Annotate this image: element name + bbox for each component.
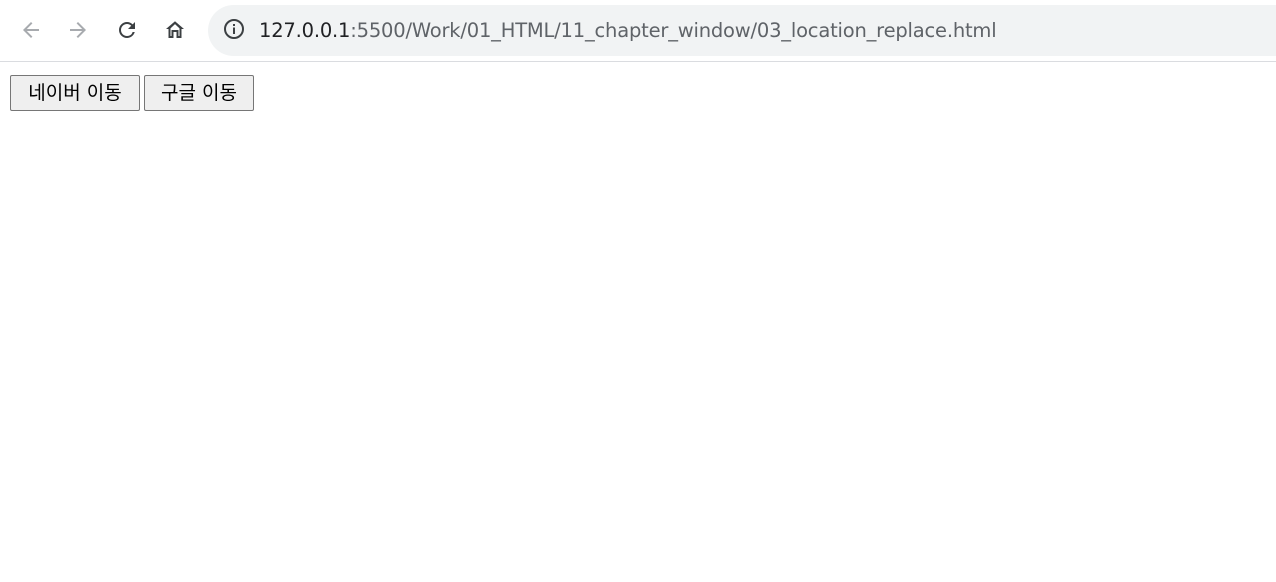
info-circle-icon bbox=[223, 18, 245, 45]
url-path: :5500/Work/01_HTML/11_chapter_window/03_… bbox=[350, 19, 997, 42]
reload-button[interactable] bbox=[109, 12, 145, 48]
home-icon bbox=[163, 18, 187, 42]
home-button[interactable] bbox=[157, 12, 193, 48]
arrow-right-icon bbox=[66, 18, 90, 42]
page-content: 네이버 이동 구글 이동 bbox=[0, 62, 1276, 111]
forward-button[interactable] bbox=[60, 12, 96, 48]
google-move-button[interactable]: 구글 이동 bbox=[144, 75, 254, 111]
naver-move-button[interactable]: 네이버 이동 bbox=[10, 75, 140, 111]
reload-icon bbox=[115, 18, 139, 42]
address-bar[interactable]: 127.0.0.1:5500/Work/01_HTML/11_chapter_w… bbox=[208, 5, 1276, 56]
url-text[interactable]: 127.0.0.1:5500/Work/01_HTML/11_chapter_w… bbox=[259, 19, 997, 43]
back-button[interactable] bbox=[13, 12, 49, 48]
arrow-left-icon bbox=[19, 18, 43, 42]
site-info-button[interactable] bbox=[222, 18, 246, 45]
url-host: 127.0.0.1 bbox=[259, 19, 351, 42]
browser-toolbar: 127.0.0.1:5500/Work/01_HTML/11_chapter_w… bbox=[0, 0, 1276, 62]
